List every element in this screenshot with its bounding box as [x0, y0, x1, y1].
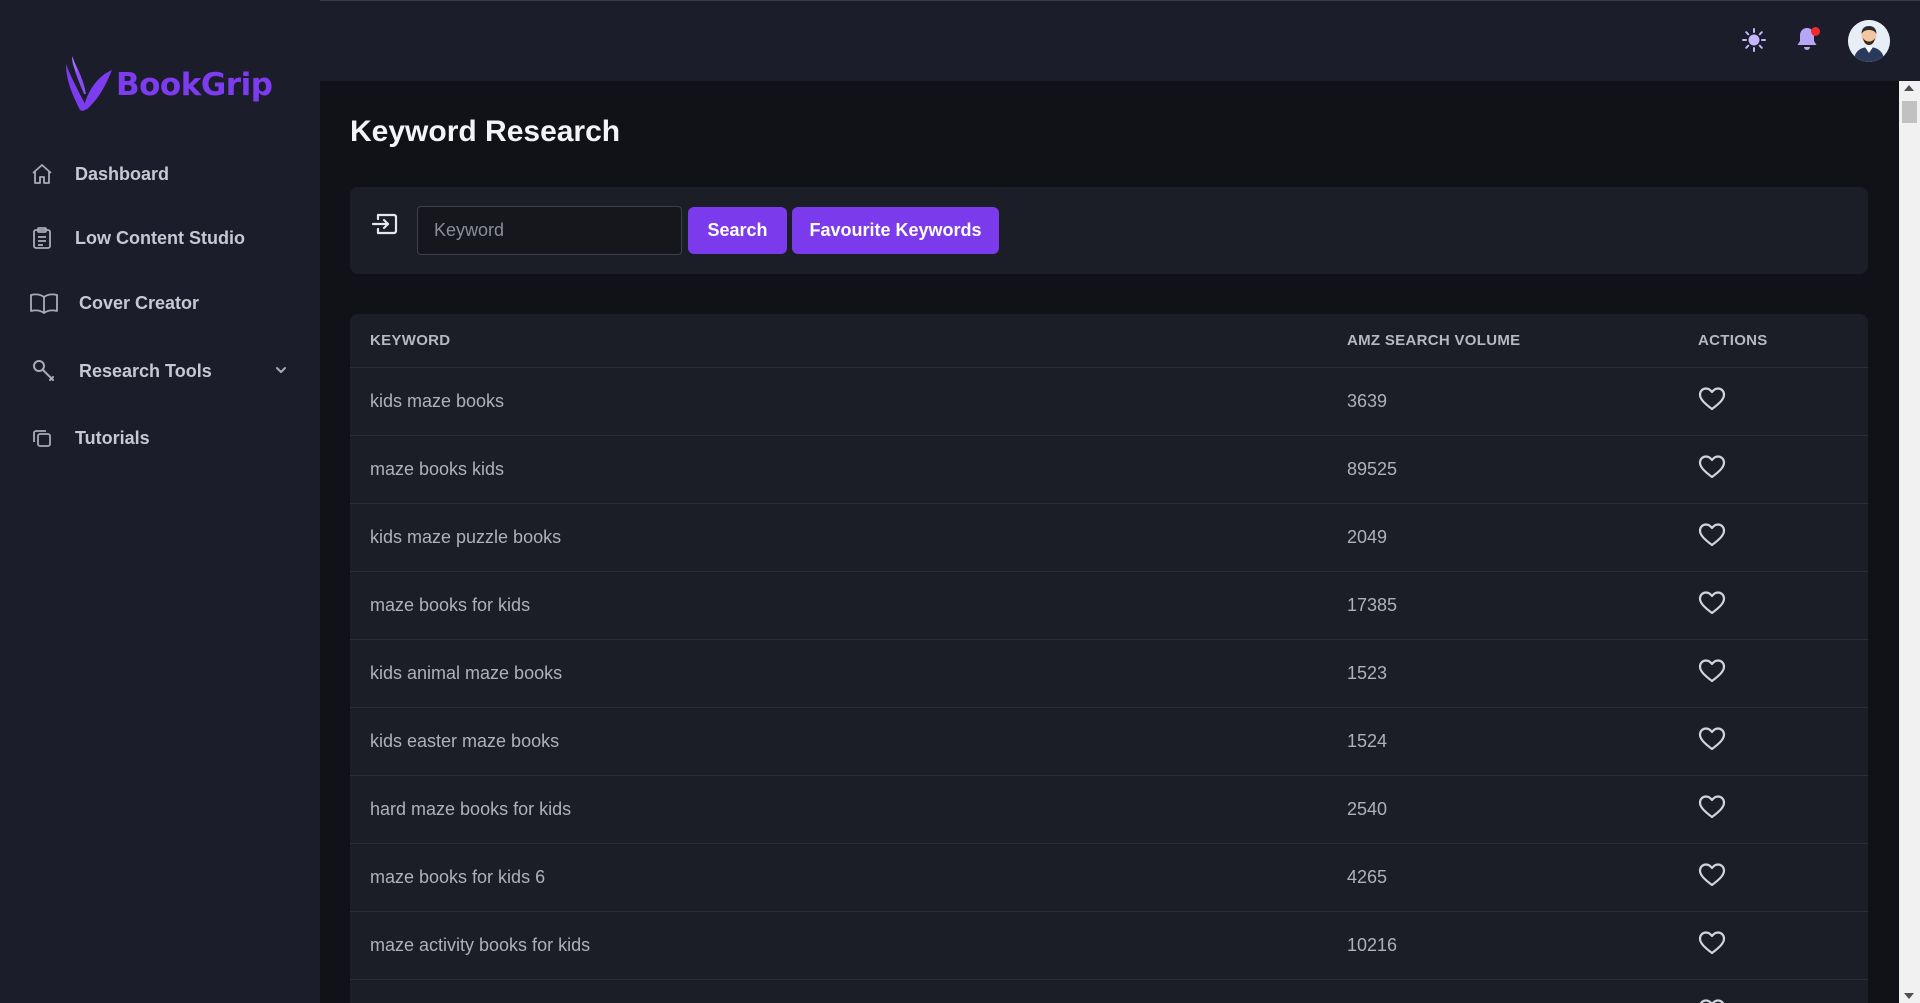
volume-cell: 10216 — [1347, 935, 1398, 955]
volume-cell: 4265 — [1347, 867, 1388, 887]
search-button[interactable]: Search — [688, 207, 787, 254]
volume-cell: 17385 — [1347, 595, 1398, 615]
theme-toggle-button[interactable] — [1739, 27, 1769, 57]
favourite-heart-icon[interactable] — [1698, 726, 1728, 756]
favourite-heart-icon[interactable] — [1698, 386, 1728, 416]
keyword-cell: maze activity books for kids — [370, 935, 591, 955]
home-icon — [28, 160, 56, 188]
table-row: maze activity books for kids 10216 — [350, 912, 1868, 980]
main-content: Keyword Research Search Favourite Keywor… — [320, 81, 1900, 1003]
sun-icon — [1741, 27, 1767, 58]
favourite-heart-icon[interactable] — [1698, 794, 1728, 824]
volume-cell: 3639 — [1347, 391, 1388, 411]
table-row: kids maze books 3639 — [350, 368, 1868, 436]
brand-name: BookGrip — [116, 67, 273, 103]
keyword-cell: maze books for kids 6 — [370, 867, 546, 887]
favourite-keywords-button[interactable]: Favourite Keywords — [792, 207, 999, 254]
page-scrollbar[interactable] — [1899, 81, 1920, 1003]
sidebar-item-low-content-studio[interactable]: Low Content Studio — [28, 218, 298, 258]
sidebar-item-research-tools[interactable]: Research Tools — [28, 351, 298, 391]
sidebar-item-label: Research Tools — [79, 360, 212, 381]
sidebar-item-dashboard[interactable]: Dashboard — [28, 154, 298, 194]
notification-badge — [1811, 27, 1820, 36]
page-title: Keyword Research — [350, 115, 621, 148]
table-row: kids easter maze books 1524 — [350, 708, 1868, 776]
sidebar-item-label: Low Content Studio — [75, 227, 245, 248]
favourite-heart-icon[interactable] — [1698, 862, 1728, 892]
table-row: maze books kids 89525 — [350, 436, 1868, 504]
keyword-cell: kids animal maze books — [370, 663, 563, 683]
keyword-cell: kids maze puzzle books — [370, 527, 562, 547]
chevron-down-icon[interactable] — [274, 363, 288, 382]
table-header: KEYWORD AMZ SEARCH VOLUME ACTIONS — [350, 314, 1868, 368]
table-row: hard maze books for kids 2540 — [350, 776, 1868, 844]
volume-cell: 2540 — [1347, 799, 1388, 819]
table-row: kids maze puzzle books 2049 — [350, 504, 1868, 572]
header-actions: ACTIONS — [1698, 332, 1768, 349]
user-avatar-icon — [1848, 20, 1890, 62]
keyword-cell: hard maze books for kids — [370, 799, 572, 819]
keyword-cell: maze books for kids — [370, 595, 531, 615]
clipboard-icon — [28, 224, 56, 252]
keyword-cell: kids easter maze books — [370, 731, 560, 751]
keyword-cell: maze books kids — [370, 459, 505, 479]
header-keyword[interactable]: KEYWORD — [370, 332, 450, 349]
notifications-button[interactable] — [1792, 26, 1822, 56]
table-row: maze books for kids 6 4265 — [350, 844, 1868, 912]
keyword-cell: kids maze books — [370, 391, 505, 411]
scroll-up-arrow-icon[interactable] — [1904, 85, 1914, 91]
header-search-volume[interactable]: AMZ SEARCH VOLUME — [1347, 332, 1520, 349]
sidebar-item-label: Cover Creator — [79, 292, 200, 313]
volume-cell: 2049 — [1347, 527, 1388, 547]
scrollbar-thumb[interactable] — [1902, 101, 1917, 123]
logo[interactable]: BookGrip — [62, 54, 273, 116]
table-row — [350, 980, 1868, 1003]
sidebar-item-label: Tutorials — [75, 427, 150, 448]
sidebar: BookGrip Dashboard Low Content Studio Co… — [0, 0, 320, 1003]
favourite-heart-icon[interactable] — [1698, 522, 1728, 552]
avatar[interactable] — [1848, 20, 1890, 62]
keyword-input[interactable] — [417, 206, 682, 255]
open-book-icon — [28, 289, 60, 317]
favourite-heart-icon[interactable] — [1698, 590, 1728, 620]
wrench-icon — [28, 357, 60, 385]
volume-cell: 1524 — [1347, 731, 1388, 751]
copy-icon — [28, 424, 56, 452]
sidebar-item-cover-creator[interactable]: Cover Creator — [28, 283, 298, 323]
logo-leaf-icon — [66, 56, 112, 111]
keywords-table: KEYWORD AMZ SEARCH VOLUME ACTIONS kids m… — [350, 314, 1868, 1003]
table-row: kids animal maze books 1523 — [350, 640, 1868, 708]
search-card: Search Favourite Keywords — [350, 187, 1868, 274]
volume-cell: 89525 — [1347, 459, 1398, 479]
volume-cell: 1523 — [1347, 663, 1388, 683]
favourite-heart-icon[interactable] — [1698, 930, 1728, 960]
favourite-heart-icon[interactable] — [1698, 454, 1728, 484]
sidebar-item-label: Dashboard — [75, 163, 170, 184]
favourite-heart-icon[interactable] — [1698, 658, 1728, 688]
scroll-down-arrow-icon[interactable] — [1904, 993, 1914, 999]
sidebar-item-tutorials[interactable]: Tutorials — [28, 418, 298, 458]
favourite-heart-icon[interactable] — [1698, 998, 1728, 1003]
table-row: maze books for kids 17385 — [350, 572, 1868, 640]
export-icon[interactable] — [370, 209, 400, 239]
